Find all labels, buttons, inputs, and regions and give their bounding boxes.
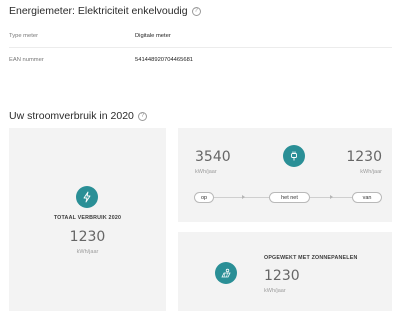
help-icon[interactable]: ? <box>137 111 147 121</box>
grid-consumed-unit: kWh/jaar <box>360 169 382 175</box>
arrow-right-icon <box>242 195 245 199</box>
grid-exchange-card: 3540 kWh/jaar 1230 kWh/jaar op het net v… <box>178 128 392 222</box>
meter-title: Energiemeter: Elektriciteit enkelvoudig <box>9 5 188 17</box>
plug-icon <box>283 145 305 167</box>
solar-value: 1230 <box>264 268 300 284</box>
meter-row-ean: EAN nummer 541448920704465681 <box>9 48 392 72</box>
grid-delivered-unit: kWh/jaar <box>195 169 217 175</box>
arrow-right-icon <box>330 195 333 199</box>
solar-generated-card: OPGEWEKT MET ZONNEPANELEN 1230 kWh/jaar <box>178 232 392 311</box>
total-usage-value: 1230 <box>69 229 106 245</box>
usage-section-title: Uw stroomverbruik in 2020 ? <box>9 110 147 122</box>
total-usage-label: TOTAAL VERBRUIK 2020 <box>53 215 122 221</box>
flow-label-van: van <box>352 192 382 203</box>
help-icon[interactable]: ? <box>191 6 201 16</box>
total-usage-card: TOTAAL VERBRUIK 2020 1230 kWh/jaar <box>9 128 166 311</box>
ean-label: EAN nummer <box>9 57 44 63</box>
meter-type-label: Type meter <box>9 32 38 39</box>
total-usage-unit: kWh/jaar <box>76 249 99 255</box>
lightning-icon <box>76 186 98 208</box>
solar-unit: kWh/jaar <box>264 288 286 294</box>
grid-delivered-value: 3540 <box>195 149 231 165</box>
meter-section-title: Energiemeter: Elektriciteit enkelvoudig … <box>9 5 201 17</box>
grid-consumed-value: 1230 <box>346 149 382 165</box>
flow-label-op: op <box>194 192 214 203</box>
meter-type-value: Digitale meter <box>135 32 171 39</box>
usage-title: Uw stroomverbruik in 2020 <box>9 110 134 122</box>
flow-label-net: het net <box>269 192 310 203</box>
ean-value: 541448920704465681 <box>135 57 194 63</box>
meter-row-type: Type meter Digitale meter <box>9 24 392 48</box>
solar-panel-icon <box>215 262 237 284</box>
solar-label: OPGEWEKT MET ZONNEPANELEN <box>264 255 358 261</box>
